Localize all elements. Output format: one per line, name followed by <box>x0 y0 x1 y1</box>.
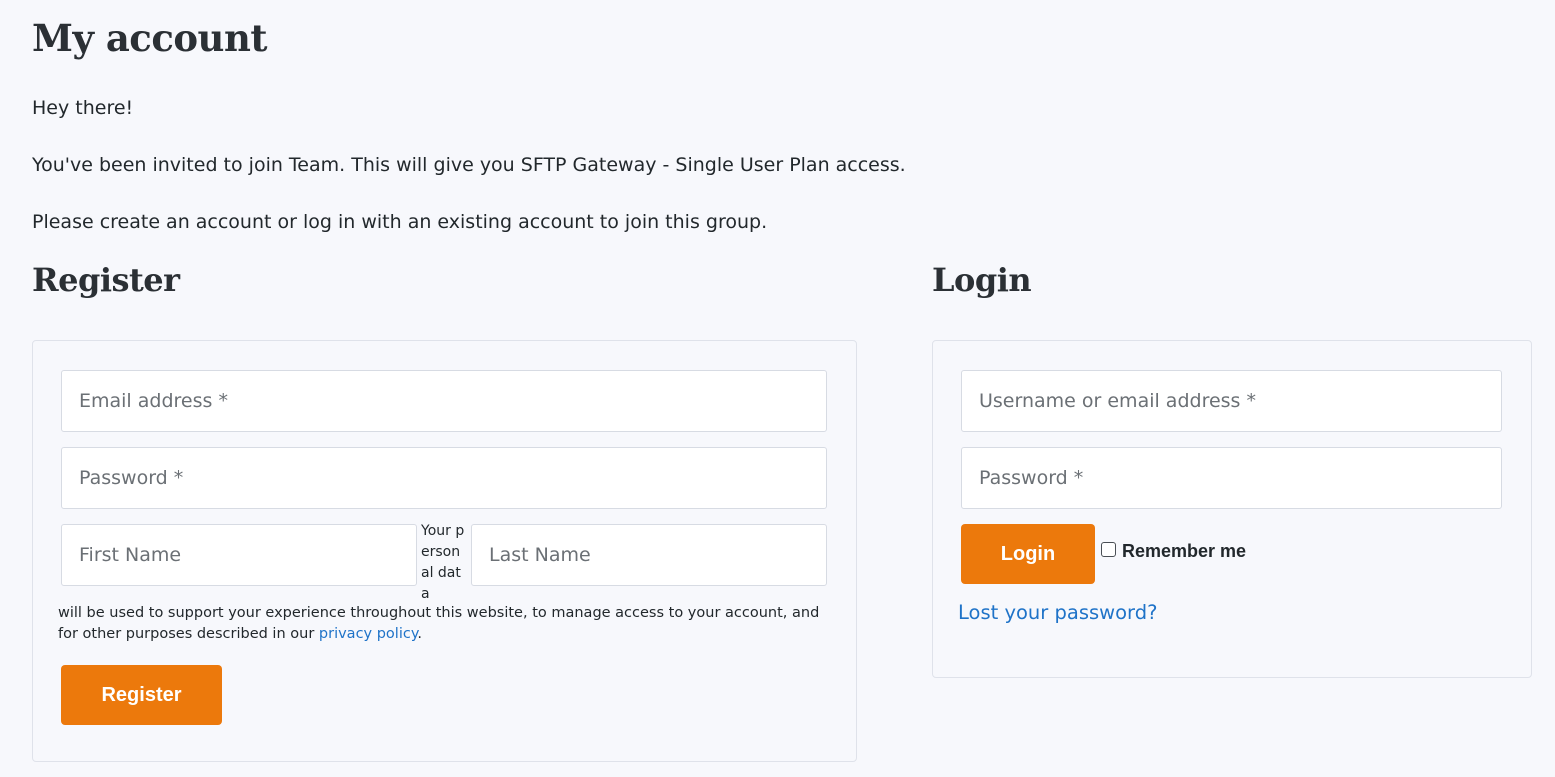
privacy-policy-link[interactable]: privacy policy <box>319 626 417 642</box>
login-username-field[interactable] <box>961 370 1502 432</box>
register-heading: Register <box>32 261 180 299</box>
remember-me-label: Remember me <box>1122 541 1247 561</box>
page-title: My account <box>32 16 267 60</box>
first-name-field[interactable] <box>61 524 417 586</box>
privacy-notice-text: will be used to support your experience … <box>58 605 820 642</box>
invitation-text: You've been invited to join Team. This w… <box>32 154 906 176</box>
login-button[interactable]: Login <box>961 524 1095 584</box>
greeting-text: Hey there! <box>32 97 134 119</box>
last-name-field[interactable] <box>471 524 827 586</box>
register-password-field[interactable] <box>61 447 827 509</box>
register-button[interactable]: Register <box>61 665 222 725</box>
remember-me[interactable]: Remember me <box>1101 541 1246 562</box>
register-email-field[interactable] <box>61 370 827 432</box>
remember-me-checkbox[interactable] <box>1101 542 1116 557</box>
instruction-text: Please create an account or log in with … <box>32 211 768 233</box>
login-password-field[interactable] <box>961 447 1502 509</box>
privacy-notice-fragment: Your personal data <box>421 523 465 602</box>
page: My account Hey there! You've been invite… <box>0 0 1555 777</box>
lost-password-link[interactable]: Lost your password? <box>958 600 1157 626</box>
privacy-notice: will be used to support your experience … <box>58 603 838 645</box>
privacy-notice-end: . <box>417 626 422 642</box>
login-heading: Login <box>932 261 1032 299</box>
